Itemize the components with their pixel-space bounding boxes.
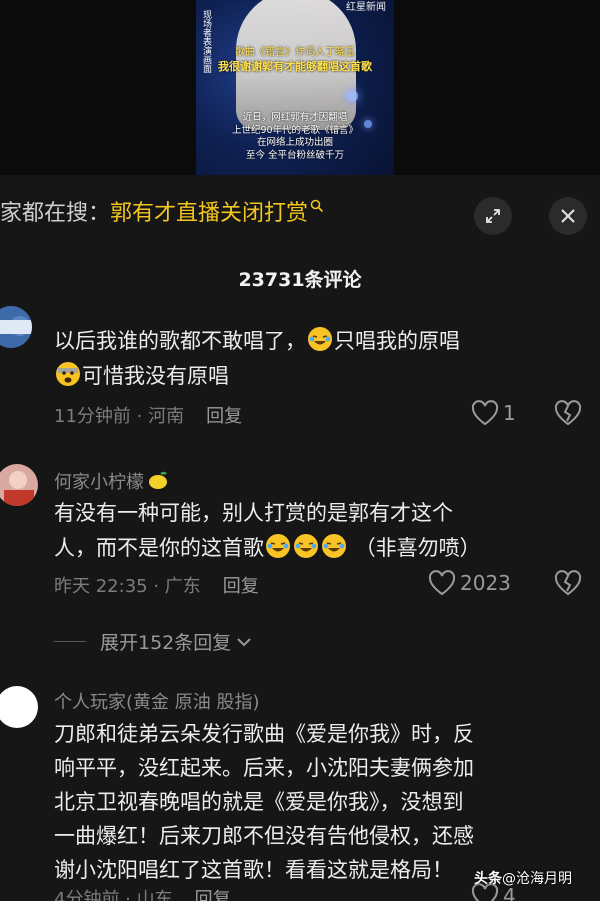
comment-text: 有没有一种可能，别人打赏的是郭有才这个 人，而不是你的这首歌 （非喜勿喷）: [54, 501, 481, 560]
avatar-image: [0, 306, 32, 348]
video-frame[interactable]: 现场者表演画面 红星新闻 歌曲《错言》作词人丁晓玉 我很谢谢郭有才能够翻唱这首歌…: [196, 0, 394, 175]
reply-button[interactable]: 回复: [223, 576, 259, 597]
news-logo: 红星新闻: [346, 2, 386, 13]
expand-icon: [486, 209, 500, 223]
expand-button[interactable]: [474, 197, 512, 235]
close-button[interactable]: [549, 197, 587, 235]
laughing-crying-emoji-icon: [308, 327, 332, 351]
video-caption: 歌曲《错言》作词人丁晓玉: [235, 47, 355, 58]
search-suggestion-bar: 家都在搜：郭有才直播关闭打赏: [0, 186, 600, 242]
stage-light: [346, 90, 358, 102]
laughing-crying-emoji-icon: [294, 534, 318, 558]
video-caption: 在网络上成功出圈: [256, 137, 333, 148]
watermark: 头条@沧海月明: [474, 868, 572, 888]
expand-replies-button[interactable]: 展开152条回复: [54, 628, 253, 655]
reply-button[interactable]: 回复: [195, 889, 231, 901]
comment-username[interactable]: 个人玩家(黄金 原油 股指): [54, 688, 260, 714]
broken-heart-icon[interactable]: [554, 400, 582, 426]
comment-time-location: 4分钟前 · 山东: [54, 889, 173, 901]
comment-count: 23731条评论: [238, 269, 362, 291]
search-icon: [310, 199, 324, 213]
watermark-account: @沧海月明: [502, 871, 572, 887]
like-button[interactable]: 2023: [428, 570, 511, 596]
search-suggestion[interactable]: 家都在搜：郭有才直播关闭打赏: [0, 195, 440, 227]
comment-meta: 昨天 22:35 · 广东 回复: [54, 572, 259, 598]
comment-time-location: 11分钟前 · 河南: [54, 406, 185, 427]
video-caption: 近日，网红郭有才因翻唱: [242, 112, 348, 123]
laughing-crying-emoji-icon: [266, 534, 290, 558]
avatar-image: [0, 464, 38, 506]
heart-icon: [471, 400, 499, 426]
video-player[interactable]: 现场者表演画面 红星新闻 歌曲《错言》作词人丁晓玉 我很谢谢郭有才能够翻唱这首歌…: [0, 0, 600, 175]
video-caption-block: 近日，网红郭有才因翻唱 上世纪90年代的老歌《错言》 在网络上成功出圈 至今 全…: [196, 112, 394, 162]
comment-meta: 4分钟前 · 山东 回复: [54, 885, 231, 901]
expand-replies-label: 展开152条回复: [100, 632, 232, 654]
video-caption: 至今 全平台粉丝破千万: [245, 149, 345, 161]
broken-heart-icon[interactable]: [554, 570, 582, 596]
laughing-crying-emoji-icon: [322, 534, 346, 558]
lemon-icon: [149, 471, 167, 489]
video-caption: 上世纪90年代的老歌《错言》: [231, 124, 359, 136]
close-icon: [561, 209, 575, 223]
comment-username[interactable]: 何家小柠檬: [54, 468, 169, 494]
comment-meta: 11分钟前 · 河南 回复: [54, 402, 242, 428]
comment-text: 刀郎和徒弟云朵发行歌曲《爱是你我》时，反 响平平，没红起来。后来，小沈阳夫妻俩参…: [54, 722, 474, 882]
search-prefix: 家都在搜：: [0, 201, 111, 226]
avatar[interactable]: [0, 306, 32, 348]
heart-icon: [428, 570, 456, 596]
like-count: 1: [503, 401, 516, 425]
like-button[interactable]: 1: [471, 400, 516, 426]
chevron-down-icon: [237, 637, 251, 646]
avatar[interactable]: [0, 686, 38, 728]
avatar[interactable]: [0, 464, 38, 506]
reply-button[interactable]: 回复: [206, 406, 242, 427]
video-caption: 我很谢谢郭有才能够翻唱这首歌: [218, 60, 372, 73]
comment-text: 以后我谁的歌都不敢唱了， 只唱我的原唱 可惜我没有原唱: [54, 324, 574, 394]
watermark-brand: 头条: [474, 871, 502, 887]
search-keyword[interactable]: 郭有才直播关闭打赏: [110, 201, 308, 226]
like-count: 2023: [460, 571, 511, 595]
comment-time-location: 昨天 22:35 · 广东: [54, 576, 201, 597]
divider: [54, 641, 86, 642]
fearful-emoji-icon: [56, 362, 80, 386]
